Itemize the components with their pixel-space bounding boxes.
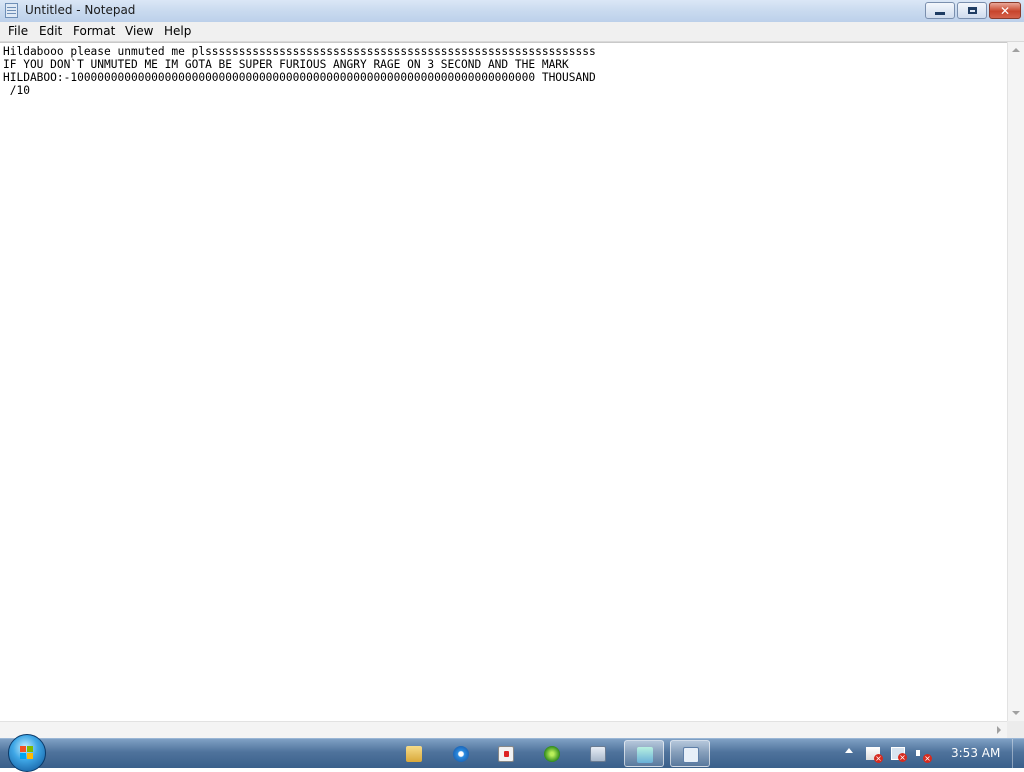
- show-hidden-icons-chevron-icon[interactable]: [845, 748, 853, 753]
- menu-file[interactable]: File: [8, 24, 28, 38]
- windows-explorer-icon: [406, 746, 422, 762]
- taskbar-paint-button[interactable]: [624, 740, 664, 767]
- size-grip[interactable]: [1007, 721, 1024, 738]
- menu-bar: File Edit Format View Help: [0, 22, 1024, 42]
- taskbar-media-button[interactable]: [486, 740, 526, 767]
- taskbar-ie-button[interactable]: [441, 740, 481, 767]
- windows-media-player-icon: [498, 746, 514, 762]
- minimize-icon: [935, 12, 945, 15]
- maximize-button[interactable]: [957, 2, 987, 19]
- action-center-flag-icon[interactable]: ×: [866, 747, 883, 763]
- menu-format[interactable]: Format: [73, 24, 115, 38]
- title-bar[interactable]: Untitled - Notepad ✕: [0, 0, 1024, 23]
- scroll-down-icon[interactable]: [1012, 711, 1020, 715]
- start-button[interactable]: [8, 734, 46, 772]
- notepad-app-icon[interactable]: [5, 3, 18, 18]
- taskbar-games-button[interactable]: [532, 740, 572, 767]
- show-desktop-button[interactable]: [1012, 739, 1024, 768]
- restore-icon: [967, 7, 977, 14]
- horizontal-scrollbar[interactable]: [0, 721, 1007, 738]
- internet-explorer-icon: [453, 746, 469, 762]
- minimize-button[interactable]: [925, 2, 955, 19]
- scroll-up-icon[interactable]: [1012, 48, 1020, 52]
- close-icon: ✕: [999, 3, 1011, 18]
- vertical-scrollbar[interactable]: [1007, 42, 1024, 721]
- clock[interactable]: 3:53 AM: [951, 746, 1000, 760]
- text-editor-area[interactable]: Hildabooo please unmuted me plssssssssss…: [0, 42, 1007, 722]
- volume-muted-icon[interactable]: ×: [915, 747, 932, 763]
- taskbar-notepad-button[interactable]: [670, 740, 710, 767]
- taskbar-calculator-button[interactable]: [578, 740, 618, 767]
- xbox-games-icon: [544, 746, 560, 762]
- taskbar: × × × 3:53 AM: [0, 734, 1024, 772]
- scroll-right-icon[interactable]: [997, 726, 1001, 734]
- network-icon[interactable]: ×: [891, 747, 907, 762]
- taskbar-explorer-button[interactable]: [394, 740, 434, 767]
- notepad-icon: [683, 747, 699, 763]
- windows-logo-icon: [20, 746, 34, 760]
- menu-edit[interactable]: Edit: [39, 24, 62, 38]
- calculator-icon: [590, 746, 606, 762]
- menu-view[interactable]: View: [125, 24, 153, 38]
- editor-text[interactable]: Hildabooo please unmuted me plssssssssss…: [3, 45, 596, 97]
- menu-help[interactable]: Help: [164, 24, 191, 38]
- paint-icon: [637, 747, 653, 763]
- window-title: Untitled - Notepad: [25, 3, 136, 17]
- close-button[interactable]: ✕: [989, 2, 1021, 19]
